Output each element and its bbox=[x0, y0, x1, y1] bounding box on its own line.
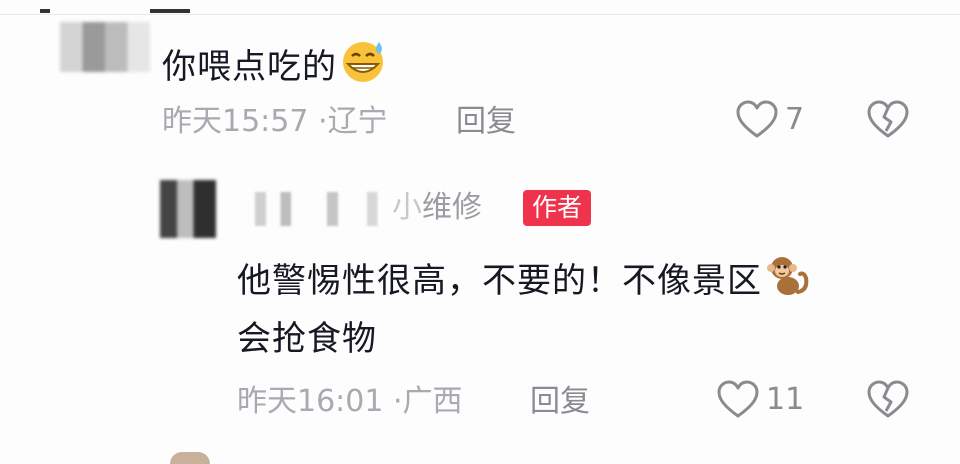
like-button[interactable]: 7 bbox=[735, 100, 804, 140]
comment-location: 广西 bbox=[402, 384, 463, 419]
comment-text: 他警惕性很高，不要的！不像景区 bbox=[237, 252, 810, 308]
meta-separator: · bbox=[318, 104, 328, 139]
monkey-emoji-icon bbox=[764, 252, 810, 308]
avatar[interactable] bbox=[60, 22, 150, 72]
meta-separator: · bbox=[393, 384, 403, 419]
comment-meta: 昨天16:01 ·广西 bbox=[237, 384, 463, 420]
like-count: 11 bbox=[766, 382, 805, 417]
comment-text-line2: 会抢食物 bbox=[237, 319, 377, 359]
comment-location: 辽宁 bbox=[327, 104, 388, 139]
broken-heart-icon bbox=[867, 100, 909, 138]
heart-icon bbox=[736, 100, 778, 138]
like-count: 7 bbox=[785, 102, 805, 137]
grinning-sweat-emoji-icon bbox=[339, 38, 389, 94]
like-button[interactable]: 11 bbox=[716, 380, 804, 420]
comment-meta: 昨天15:57 ·辽宁 bbox=[162, 104, 388, 140]
avatar[interactable] bbox=[170, 452, 210, 464]
avatar[interactable] bbox=[160, 180, 216, 238]
username[interactable]: 小维修 bbox=[392, 190, 482, 226]
comment-time: 昨天15:57 bbox=[162, 104, 309, 139]
top-edge-fragment bbox=[150, 9, 190, 13]
heart-icon bbox=[717, 380, 759, 418]
comment-text: 你喂点吃的 bbox=[162, 38, 389, 94]
dislike-button[interactable] bbox=[866, 100, 910, 144]
comment-time: 昨天16:01 bbox=[237, 384, 384, 419]
top-divider bbox=[0, 14, 960, 15]
reply-button[interactable]: 回复 bbox=[456, 104, 516, 140]
top-edge-fragment bbox=[40, 9, 50, 13]
broken-heart-icon bbox=[867, 380, 909, 418]
reply-button[interactable]: 回复 bbox=[530, 384, 590, 420]
dislike-button[interactable] bbox=[866, 380, 910, 424]
author-badge: 作者 bbox=[523, 190, 592, 226]
